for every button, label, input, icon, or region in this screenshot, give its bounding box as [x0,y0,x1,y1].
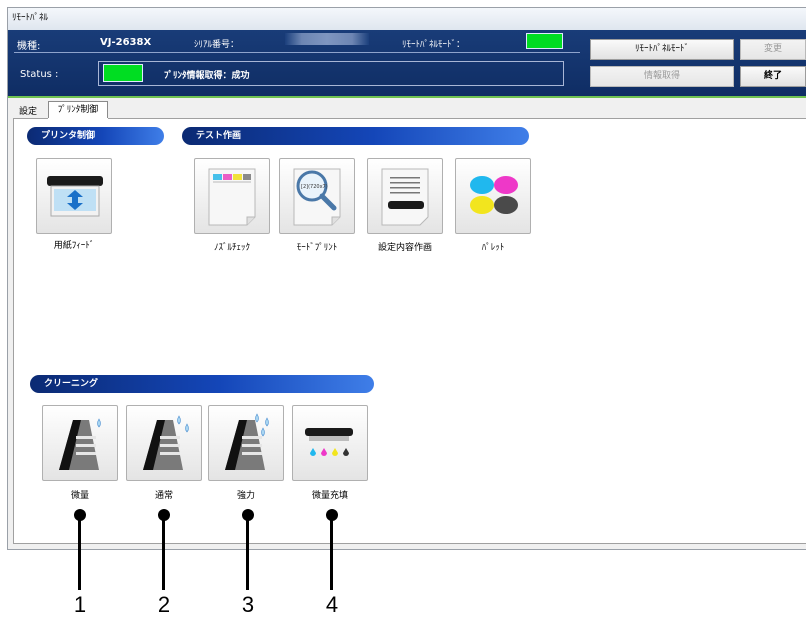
settings-print-button[interactable] [367,158,443,234]
ink-fill-button[interactable] [292,405,368,481]
settings-print-label: 設定内容作画 [377,243,432,253]
callout-4-number: 4 [325,592,339,617]
window-titlebar: ﾘﾓｰﾄﾊﾟﾈﾙ [8,8,806,30]
cleaning-strong-icon [225,413,269,470]
nozzle-check-label: ﾉｽﾞﾙﾁｪｯｸ [213,243,250,253]
status-label: Status : [20,69,59,80]
mode-print-icon: [2](720x7) [293,168,341,226]
callout-3-line [246,515,249,590]
palette-icon [470,176,518,214]
serial-number-redacted [285,33,369,45]
status-indicator [103,64,143,82]
mode-print-button[interactable]: [2](720x7) [279,158,355,234]
status-text: ﾌﾟﾘﾝﾀ情報取得：成功 [164,71,250,81]
mode-print-label: ﾓｰﾄﾞﾌﾟﾘﾝﾄ [296,243,338,253]
cleaning-light-label: 微量 [70,491,89,501]
mode-print-icon-text: [2](720x7) [301,184,328,190]
paper-feed-button[interactable] [36,158,112,234]
paper-feed-label: 用紙ﾌｨｰﾄﾞ [53,241,95,251]
section-test-print: テスト作画 [182,127,529,145]
ink-fill-label: 微量充填 [311,491,348,501]
window-title: ﾘﾓｰﾄﾊﾟﾈﾙ [12,13,49,23]
tab-settings[interactable]: 設定 [19,104,37,117]
cleaning-strong-label: 強力 [236,491,255,501]
palette-button[interactable] [455,158,531,234]
nozzle-check-icon [208,168,256,226]
cleaning-normal-label: 通常 [154,491,173,501]
callout-4-line [330,515,333,590]
cleaning-light-icon [59,418,101,470]
model-value: VJ-2638X [100,37,152,48]
callout-3-number: 3 [241,592,255,617]
palette-label: ﾊﾟﾚｯﾄ [481,243,505,253]
section-printer-control: プリンタ制御 [27,127,164,145]
serial-label: ｼﾘｱﾙ番号： [194,40,240,50]
cleaning-strong-button[interactable] [208,405,284,481]
callout-1-number: 1 [73,592,87,617]
paper-feed-icon [47,176,103,217]
section-cleaning: クリーニング [30,375,374,393]
cleaning-normal-icon [143,415,189,470]
model-label: 機種: [17,41,41,52]
remote-mode-label: ﾘﾓｰﾄﾊﾟﾈﾙﾓｰﾄﾞ： [402,40,466,50]
ink-fill-icon [305,428,353,456]
nozzle-check-button[interactable] [194,158,270,234]
callout-2-line [162,515,165,590]
remote-mode-button[interactable]: ﾘﾓｰﾄﾊﾟﾈﾙﾓｰﾄﾞ [590,39,734,60]
change-button[interactable]: 変更 [740,39,806,60]
window-bottom-edge [7,549,806,550]
header-accent-line [8,96,806,98]
callout-2-number: 2 [157,592,171,617]
settings-print-icon [381,168,429,226]
exit-button[interactable]: 終了 [740,66,806,87]
remote-mode-indicator [526,33,563,49]
header-divider [14,52,580,53]
tab-active-joint [48,118,108,120]
cleaning-light-button[interactable] [42,405,118,481]
get-info-button[interactable]: 情報取得 [590,66,734,87]
cleaning-normal-button[interactable] [126,405,202,481]
tab-printer-control[interactable]: ﾌﾟﾘﾝﾀ制御 [48,101,108,119]
callout-1-line [78,515,81,590]
